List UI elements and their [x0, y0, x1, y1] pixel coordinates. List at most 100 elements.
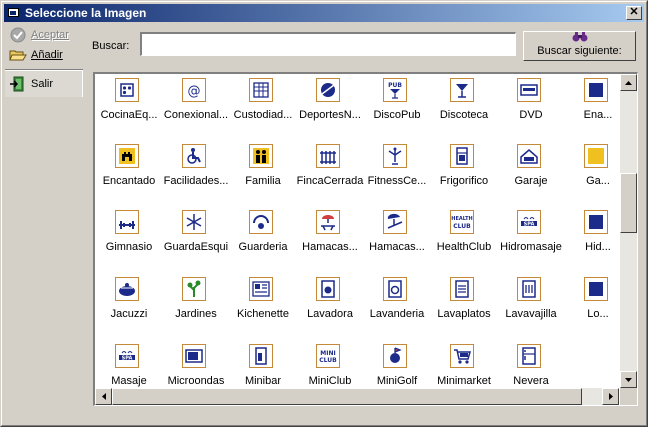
image-thumbnail-icon: PUB [383, 78, 407, 102]
image-item[interactable]: GuardaEsqui [162, 208, 230, 275]
scroll-corner [620, 388, 637, 405]
image-item-label: Ga... [586, 175, 610, 187]
image-item[interactable]: Hamacas... [296, 208, 364, 275]
image-item[interactable]: Lavavajilla [497, 275, 565, 342]
image-thumbnail-icon [249, 344, 273, 368]
scroll-right-button[interactable] [602, 388, 619, 405]
image-item[interactable]: Minimarket [430, 342, 498, 388]
image-item[interactable]: Frigorifico [430, 142, 498, 209]
accept-button[interactable]: Aceptar [5, 25, 83, 45]
horizontal-scroll-thumb[interactable] [112, 388, 582, 405]
image-item-label: HealthClub [436, 241, 492, 253]
image-item[interactable]: DeportesN... [296, 76, 364, 143]
image-item[interactable]: Gimnasio [95, 208, 163, 275]
image-item[interactable]: SPA Hidromasaje [497, 208, 565, 275]
image-thumbnail-icon [383, 144, 407, 168]
image-item-label: CocinaEq... [100, 109, 158, 121]
image-item[interactable]: Guarderia [229, 208, 297, 275]
image-thumbnail-icon [249, 210, 273, 234]
image-thumbnail-icon: SPA [517, 210, 541, 234]
add-button[interactable]: Añadir [5, 45, 83, 65]
image-item-label: Garaje [514, 175, 548, 187]
image-item[interactable]: Encantado [95, 142, 163, 209]
image-item[interactable]: HEALTH CLUB HealthClub [430, 208, 498, 275]
image-thumbnail-icon [584, 78, 608, 102]
image-item-label: Hidromasaje [500, 241, 562, 253]
image-item[interactable]: Jacuzzi [95, 275, 163, 342]
scroll-left-button[interactable] [95, 388, 112, 405]
image-thumbnail-icon [115, 277, 139, 301]
image-item[interactable]: FitnessCe... [363, 142, 431, 209]
image-item[interactable]: Facilidades... [162, 142, 230, 209]
image-item-label: Ena... [583, 109, 613, 121]
image-item[interactable]: MINI CLUB MiniClub [296, 342, 364, 388]
exit-button[interactable]: Salir [5, 74, 83, 94]
vertical-scroll-thumb[interactable] [620, 173, 637, 233]
image-item[interactable]: Hid... [564, 208, 619, 275]
image-item[interactable]: Ena... [564, 76, 619, 143]
image-item-label: Discoteca [439, 109, 489, 121]
image-item[interactable]: Discoteca [430, 76, 498, 143]
image-item[interactable]: Lavadora [296, 275, 364, 342]
svg-text:PUB: PUB [388, 82, 402, 89]
select-image-dialog: Seleccione la Imagen ✕ Aceptar Añadir Sa… [0, 0, 648, 427]
scroll-up-button[interactable] [620, 74, 637, 91]
image-item-label: Custodiad... [233, 109, 293, 121]
close-button[interactable]: ✕ [626, 6, 642, 20]
image-thumbnail-icon [584, 277, 608, 301]
image-thumbnail-icon [316, 78, 340, 102]
image-thumbnail-icon [383, 277, 407, 301]
image-item[interactable]: Kichenette [229, 275, 297, 342]
image-item[interactable]: Lavanderia [363, 275, 431, 342]
search-input[interactable] [140, 32, 516, 56]
find-next-button[interactable]: Buscar siguiente: [523, 31, 636, 61]
image-thumbnail-icon [316, 144, 340, 168]
window-title: Seleccione la Imagen [25, 6, 147, 20]
arrow-right-icon [608, 393, 613, 400]
image-item[interactable]: PUB DiscoPub [363, 76, 431, 143]
image-thumbnail-icon [383, 210, 407, 234]
svg-text:CLUB: CLUB [453, 223, 471, 230]
image-item[interactable]: Familia [229, 142, 297, 209]
horizontal-scrollbar[interactable] [95, 388, 619, 405]
svg-text:CLUB: CLUB [319, 357, 337, 364]
image-item[interactable]: Custodiad... [229, 76, 297, 143]
image-item[interactable]: MiniGolf [363, 342, 431, 388]
image-item-label: Lavaplatos [437, 308, 491, 320]
image-thumbnail-icon [584, 144, 608, 168]
image-item[interactable]: Garaje [497, 142, 565, 209]
image-item[interactable]: Ga... [564, 142, 619, 209]
image-item[interactable]: Minibar [229, 342, 297, 388]
image-item-label: Lavadora [307, 308, 353, 320]
image-item-label: Nevera [513, 375, 549, 387]
image-thumbnail-icon [249, 78, 273, 102]
image-thumbnail-icon [517, 277, 541, 301]
image-thumbnail-icon [316, 277, 340, 301]
image-item[interactable]: Hamacas... [363, 208, 431, 275]
image-item-label: Familia [245, 175, 281, 187]
image-item[interactable]: DVD [497, 76, 565, 143]
image-item[interactable]: Jardines [162, 275, 230, 342]
scroll-down-button[interactable] [620, 371, 637, 388]
open-folder-icon [9, 47, 27, 63]
arrow-up-icon [625, 80, 632, 85]
image-item[interactable]: CocinaEq... [95, 76, 163, 143]
image-item-label: Kichenette [237, 308, 289, 320]
image-item[interactable]: Lo... [564, 275, 619, 342]
image-thumbnail-icon [450, 277, 474, 301]
image-item[interactable]: Nevera [497, 342, 565, 388]
svg-text:SPA: SPA [122, 356, 133, 362]
image-thumbnail-icon [182, 210, 206, 234]
vertical-scrollbar[interactable] [620, 74, 637, 388]
arrow-left-icon [101, 393, 106, 400]
binoculars-icon [572, 31, 588, 42]
image-item[interactable]: FincaCerrada [296, 142, 364, 209]
image-item[interactable]: Lavaplatos [430, 275, 498, 342]
image-item-label: Microondas [167, 375, 225, 387]
accept-label: Aceptar [31, 29, 69, 41]
image-item-label: Conexional... [163, 109, 229, 121]
image-item[interactable]: @ Conexional... [162, 76, 230, 143]
image-item[interactable]: Microondas [162, 342, 230, 388]
image-item[interactable]: SPA Masaje [95, 342, 163, 388]
image-grid: CocinaEq... @ Conexional... Custodiad... Dep… [93, 72, 638, 406]
